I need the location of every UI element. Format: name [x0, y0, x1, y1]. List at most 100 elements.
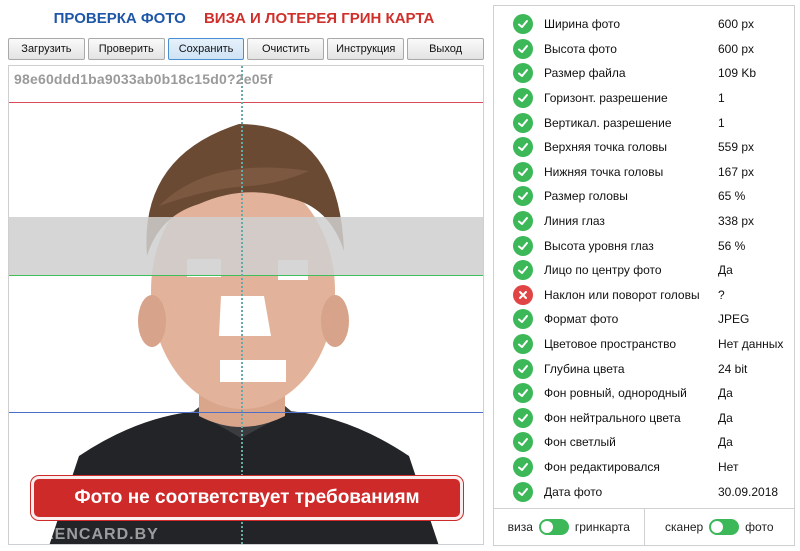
scanner-photo-toggle[interactable]: [709, 519, 740, 535]
center-line: [241, 66, 243, 544]
chin-line: [9, 412, 483, 413]
check-ok-icon: [513, 38, 533, 59]
check-value: Нет данных: [718, 337, 784, 352]
portrait-photo: [49, 124, 439, 544]
check-label: Дата фото: [544, 484, 603, 499]
greencard-label: гринкарта: [574, 520, 630, 534]
check-row: Верхняя точка головы 559 px: [494, 135, 794, 160]
check-ok-icon: [513, 88, 533, 109]
check-label: Фон ровный, однородный: [544, 386, 687, 401]
check-value: 1: [718, 115, 725, 130]
check-label: Размер файла: [544, 66, 626, 81]
check-value: 167 px: [718, 164, 755, 179]
check-ok-icon: [513, 186, 533, 207]
check-value: Да: [718, 435, 733, 450]
photo-hash: 98e60ddd1ba9033ab0b18c15d0?2e05f: [14, 71, 273, 87]
check-row: Горизонт. разрешение 1: [494, 86, 794, 111]
toolbar: Загрузить Проверить Сохранить Очистить И…: [8, 38, 484, 60]
exit-button[interactable]: Выход: [407, 38, 484, 60]
visa-greencard-group: виза гринкарта: [494, 519, 644, 535]
check-row: Высота фото 600 px: [494, 37, 794, 62]
scanner-photo-group: сканер фото: [645, 519, 795, 535]
checks-list: Ширина фото 600 px Высота фото 600 px Размер…: [494, 12, 794, 504]
eye-zone-band: [9, 217, 483, 275]
check-ok-icon: [513, 456, 533, 477]
check-ok-icon: [513, 260, 533, 281]
check-label: Фон светлый: [544, 435, 616, 450]
toggle-knob: [711, 521, 724, 533]
check-label: Размер головы: [544, 189, 628, 204]
check-label: Высота уровня глаз: [544, 238, 654, 253]
check-value: Нет: [718, 459, 739, 474]
check-row: Ширина фото 600 px: [494, 12, 794, 37]
checks-panel: Ширина фото 600 px Высота фото 600 px Размер…: [493, 5, 795, 546]
visa-greencard-toggle[interactable]: [538, 519, 569, 535]
instructions-button[interactable]: Инструкция: [327, 38, 405, 60]
clear-button[interactable]: Очистить: [247, 38, 325, 60]
check-row: Дата фото 30.09.2018: [494, 479, 794, 504]
check-value: 109 Kb: [718, 66, 757, 81]
check-label: Линия глаз: [544, 214, 605, 229]
check-ok-icon: [513, 235, 533, 256]
check-value: Да: [718, 410, 733, 425]
photo-label: фото: [745, 520, 774, 534]
check-label: Фон редактировался: [544, 459, 660, 474]
check-ok-icon: [513, 137, 533, 158]
check-label: Ширина фото: [544, 17, 621, 32]
check-value: Да: [718, 386, 733, 401]
head-top-line: [9, 102, 483, 103]
check-row: Наклон или поворот головы?: [494, 283, 794, 308]
check-label: Глубина цвета: [544, 361, 625, 376]
check-row: Формат фото JPEG: [494, 307, 794, 332]
check-row: Фон ровный, однородный Да: [494, 381, 794, 406]
check-value: 30.09.2018: [718, 484, 779, 499]
check-value: 338 px: [718, 214, 755, 229]
check-label: Формат фото: [544, 312, 619, 327]
title-photo-check: ПРОВЕРКА ФОТО: [53, 10, 186, 27]
check-row: Линия глаз 338 px: [494, 209, 794, 234]
check-value: 65 %: [718, 189, 746, 204]
check-row: Глубина цвета 24 bit: [494, 356, 794, 381]
check-row: Цветовое пространство Нет данных: [494, 332, 794, 357]
check-value: 600 px: [718, 17, 755, 32]
check-value: 24 bit: [718, 361, 748, 376]
photo-frame: 98e60ddd1ba9033ab0b18c15d0?2e05f Фото не…: [8, 65, 484, 545]
check-fail-icon: [513, 284, 533, 305]
check-row: Размер головы 65 %: [494, 184, 794, 209]
visa-label: виза: [507, 520, 533, 534]
load-button[interactable]: Загрузить: [8, 38, 85, 60]
eye-line: [9, 275, 483, 276]
check-ok-icon: [513, 63, 533, 84]
check-row: Фон светлый Да: [494, 430, 794, 455]
check-label: Вертикал. разрешение: [544, 115, 672, 130]
check-ok-icon: [513, 358, 533, 379]
check-label: Горизонт. разрешение: [544, 91, 668, 106]
check-ok-icon: [513, 383, 533, 404]
check-label: Лицо по центру фото: [544, 263, 662, 278]
check-row: Размер файла 109 Kb: [494, 61, 794, 86]
app-title: ПРОВЕРКА ФОТО ВИЗА И ЛОТЕРЕЯ ГРИН КАРТА: [0, 10, 488, 27]
check-label: Верхняя точка головы: [544, 140, 668, 155]
check-ok-icon: [513, 161, 533, 182]
check-label: Фон нейтрального цвета: [544, 410, 681, 425]
watermark: GREENCARD.BY: [17, 526, 159, 543]
check-label: Высота фото: [544, 41, 617, 56]
check-value: ?: [718, 287, 725, 302]
check-ok-icon: [513, 309, 533, 330]
title-visa-lottery: ВИЗА И ЛОТЕРЕЯ ГРИН КАРТА: [203, 10, 435, 27]
check-ok-icon: [513, 407, 533, 428]
result-warning: Фото не соответствует требованиям: [31, 476, 463, 520]
check-row: Высота уровня глаз 56 %: [494, 233, 794, 258]
check-ok-icon: [513, 14, 533, 35]
check-ok-icon: [513, 112, 533, 133]
save-button[interactable]: Сохранить: [167, 38, 245, 60]
check-ok-icon: [513, 432, 533, 453]
scanner-label: сканер: [665, 520, 704, 534]
check-row: Вертикал. разрешение 1: [494, 110, 794, 135]
check-button[interactable]: Проверить: [87, 38, 165, 60]
check-label: Нижняя точка головы: [544, 164, 664, 179]
check-value: 56 %: [718, 238, 746, 253]
check-ok-icon: [513, 334, 533, 355]
check-value: 1: [718, 91, 725, 106]
check-ok-icon: [513, 481, 533, 502]
